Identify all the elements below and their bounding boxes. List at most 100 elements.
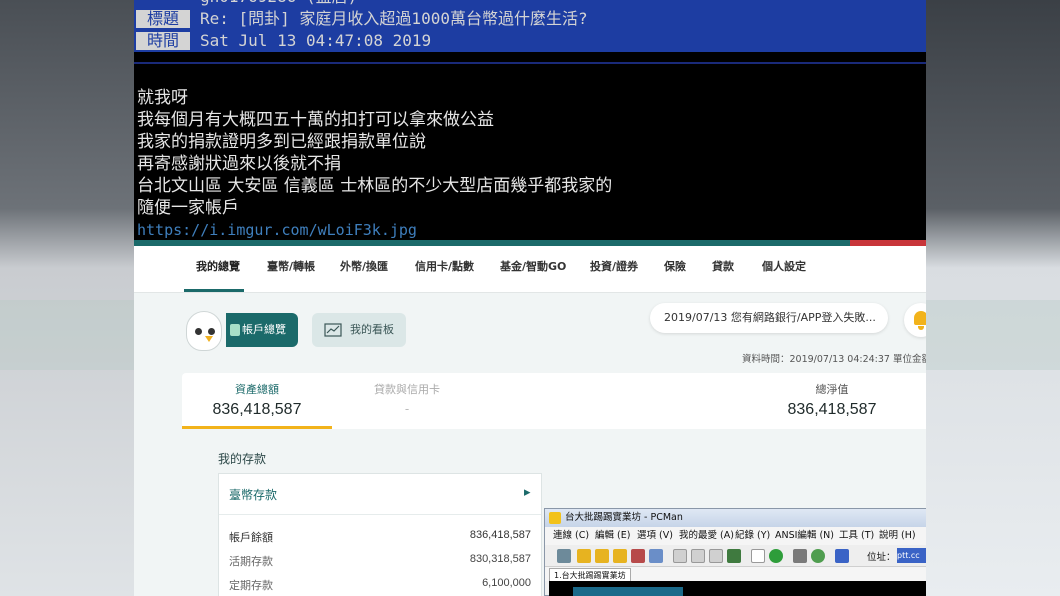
login-failure-notice[interactable]: 2019/07/13 您有網路銀行/APP登入失敗... <box>650 303 888 333</box>
pcman-titlebar[interactable]: 台大批踢踢實業坊 - PCMan <box>545 509 926 527</box>
menu-tools[interactable]: 工具 (T) <box>839 527 874 545</box>
bank-screenshot: 我的總覽 臺幣/轉帳 外幣/換匯 信用卡/點數 基金/智動GO 投資/證券 保險… <box>134 240 926 596</box>
chevron-right-icon[interactable]: ▸ <box>524 485 531 500</box>
nav-item-overview[interactable]: 我的總覽 <box>196 258 240 274</box>
ptt-separator <box>134 62 926 64</box>
pcman-app-icon <box>549 512 561 524</box>
lightning-icon[interactable] <box>595 549 609 563</box>
address-field[interactable]: ptt.cc <box>897 548 926 563</box>
tab-my-board[interactable]: 我的看板 <box>312 313 406 347</box>
paste-icon[interactable] <box>691 549 705 563</box>
background-right-blur <box>926 0 1060 596</box>
ptt-time-key: 時間 <box>136 32 190 50</box>
pcman-window: 台大批踢踢實業坊 - PCMan 連線 (C) 編輯 (E) 選項 (V) 我的… <box>544 508 926 596</box>
ptt-body-line: 我每個月有大概四五十萬的扣打可以拿來做公益 <box>137 110 494 130</box>
deposit-row-value: 830,318,587 <box>469 553 531 565</box>
lightning-icon[interactable] <box>613 549 627 563</box>
nav-item-securities[interactable]: 投資/證券 <box>590 258 638 274</box>
tab-account-overview[interactable]: 帳戶總覽 <box>226 313 298 347</box>
stop-icon[interactable] <box>631 549 645 563</box>
ptt-body-line: 我家的捐款證明多到已經跟捐款單位說 <box>137 132 426 152</box>
asset-summary-card: 資產總額 836,418,587 貸款與信用卡 - 總淨值 836,418,58… <box>182 373 926 429</box>
data-timestamp: 資料時間：2019/07/13 04:24:37 單位金額： <box>742 354 926 365</box>
bell-icon <box>914 311 926 325</box>
nav-item-loans[interactable]: 貸款 <box>712 258 734 274</box>
menu-options[interactable]: 選項 (V) <box>637 527 673 545</box>
loans-credit-value: - <box>404 401 410 416</box>
nav-item-settings[interactable]: 個人設定 <box>762 258 806 274</box>
total-assets-label: 資產總額 <box>235 383 279 396</box>
doc-icon[interactable] <box>709 549 723 563</box>
ptt-body-line: 隨便一家帳戶 <box>137 198 239 218</box>
nav-item-twd-transfer[interactable]: 臺幣/轉帳 <box>267 258 315 274</box>
chart-board-icon <box>324 323 342 337</box>
menu-favorites[interactable]: 我的最愛 (A) <box>679 527 734 545</box>
ptt-title-value: Re: [問卦] 家庭月收入超過1000萬台幣過什麼生活? <box>200 9 588 28</box>
notification-button[interactable] <box>904 303 926 337</box>
card-divider <box>219 514 541 515</box>
twd-deposit-heading[interactable]: 臺幣存款 <box>229 486 277 503</box>
my-deposits-title: 我的存款 <box>218 452 267 466</box>
w-icon[interactable] <box>751 549 765 563</box>
nav-item-funds[interactable]: 基金/智動GO <box>500 258 566 274</box>
background-left-blur <box>0 0 134 596</box>
gear-icon[interactable] <box>811 549 825 563</box>
help-icon[interactable] <box>835 549 849 563</box>
ptt-body-line: 再寄感謝狀過來以後就不捐 <box>137 154 341 174</box>
nav-item-insurance[interactable]: 保險 <box>664 258 686 274</box>
ptt-title-key: 標題 <box>136 10 190 28</box>
ptt-body-line: 台北文山區 大安區 信義區 士林區的不少大型店面幾乎都我家的 <box>137 176 613 196</box>
lightning-icon[interactable] <box>577 549 591 563</box>
screenshot-frame: gn01769286 (盛唐) 標題 Re: [問卦] 家庭月收入超過1000萬… <box>134 0 926 596</box>
menu-connect[interactable]: 連線 (C) <box>553 527 589 545</box>
menu-history[interactable]: 紀錄 (Y) <box>735 527 770 545</box>
total-assets-value: 836,418,587 <box>212 401 302 418</box>
pcman-terminal-screen <box>549 581 926 596</box>
summary-active-indicator <box>182 426 332 429</box>
connect-icon[interactable] <box>557 549 571 563</box>
pcman-toolbar: 位址： ptt.cc <box>545 545 926 567</box>
net-worth-value: 836,418,587 <box>787 401 877 418</box>
bank-nav: 我的總覽 臺幣/轉帳 外幣/換匯 信用卡/點數 基金/智動GO 投資/證券 保險… <box>134 246 926 292</box>
deposit-row-value: 6,100,000 <box>482 577 531 589</box>
deposit-row-demand: 活期存款 830,318,587 <box>229 553 531 569</box>
twd-deposit-card: 臺幣存款 ▸ 帳戶餘額 836,418,587 活期存款 830,318,587… <box>218 473 542 596</box>
summary-total-assets[interactable]: 資產總額 836,418,587 <box>182 373 332 429</box>
deposit-row-balance: 帳戶餘額 836,418,587 <box>229 529 531 545</box>
deposit-row-label: 定期存款 <box>229 579 273 592</box>
deposit-row-label: 活期存款 <box>229 555 273 568</box>
ptt-time-value: Sat Jul 13 04:47:08 2019 <box>200 31 432 50</box>
tab-my-board-label: 我的看板 <box>350 323 394 336</box>
menu-ansi-edit[interactable]: ANSI編輯 (N) <box>775 527 834 545</box>
ptt-time-row: 時間 Sat Jul 13 04:47:08 2019 <box>134 30 926 52</box>
net-worth-label: 總淨值 <box>815 383 849 396</box>
ptt-author-value: gn01769286 (盛唐) <box>200 0 357 8</box>
pcman-tabbar: 1.台大批踢踢實業坊 <box>545 567 926 581</box>
nav-item-fx[interactable]: 外幣/換匯 <box>340 258 388 274</box>
star-icon[interactable] <box>769 549 783 563</box>
owl-mascot-icon <box>182 307 228 355</box>
grid-icon[interactable] <box>793 549 807 563</box>
deposit-row-label: 帳戶餘額 <box>229 531 273 544</box>
pin-icon[interactable] <box>649 549 663 563</box>
summary-net-worth: 總淨值 836,418,587 <box>742 373 922 429</box>
menu-help[interactable]: 說明 (H) <box>879 527 916 545</box>
pcman-tab-ptt[interactable]: 1.台大批踢踢實業坊 <box>549 568 631 581</box>
ptt-title-row: 標題 Re: [問卦] 家庭月收入超過1000萬台幣過什麼生活? <box>134 8 926 30</box>
deposit-row-value: 836,418,587 <box>469 529 531 541</box>
menu-edit[interactable]: 編輯 (E) <box>595 527 630 545</box>
pcman-menubar: 連線 (C) 編輯 (E) 選項 (V) 我的最愛 (A) 紀錄 (Y) ANS… <box>545 527 926 545</box>
wallet-icon <box>230 324 240 336</box>
tab-account-overview-label: 帳戶總覽 <box>242 323 286 336</box>
imgur-link[interactable]: https://i.imgur.com/wLoiF3k.jpg <box>137 219 417 241</box>
copy-icon[interactable] <box>673 549 687 563</box>
pcman-title: 台大批踢踢實業坊 - PCMan <box>565 512 683 523</box>
address-label: 位址： <box>867 552 896 563</box>
deposit-row-time: 定期存款 6,100,000 <box>229 577 531 593</box>
ptt-author-row: gn01769286 (盛唐) <box>134 0 926 8</box>
ptt-terminal: gn01769286 (盛唐) 標題 Re: [問卦] 家庭月收入超過1000萬… <box>134 0 926 240</box>
save-icon[interactable] <box>727 549 741 563</box>
summary-loans-credit[interactable]: 貸款與信用卡 - <box>332 373 482 429</box>
nav-item-credit-card[interactable]: 信用卡/點數 <box>415 258 474 274</box>
loans-credit-label: 貸款與信用卡 <box>374 383 440 396</box>
